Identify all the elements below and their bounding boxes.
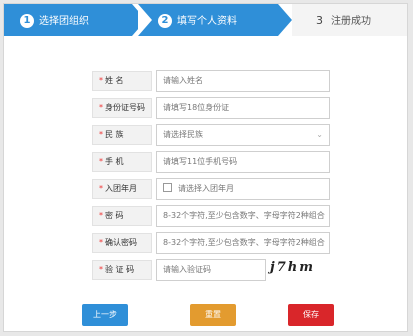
form-row-captcha: * 验 证 码 请输入验证码 j7hm (4, 258, 407, 282)
password-input[interactable]: 8-32个字符,至少包含数字、字母字符2种组合 (156, 205, 330, 227)
join-date-label: * 入团年月 (92, 179, 152, 199)
chevron-down-icon: ⌄ (316, 130, 323, 139)
form-row-name: * 姓 名 请输入姓名 (4, 69, 407, 93)
form-row-phone: * 手 机 请填写11位手机号码 (4, 150, 407, 174)
save-button[interactable]: 保存 (288, 304, 334, 326)
form-row-password: * 密 码 8-32个字符,至少包含数字、字母字符2种组合 (4, 204, 407, 228)
step-1: 1 选择团组织 (4, 4, 132, 36)
captcha-image[interactable]: j7hm (270, 260, 330, 280)
form-row-ethnicity: * 民 族 请选择民族 ⌄ (4, 123, 407, 147)
name-input[interactable]: 请输入姓名 (156, 70, 330, 92)
form-row-confirm-password: * 确认密码 8-32个字符,至少包含数字、字母字符2种组合 (4, 231, 407, 255)
join-date-picker[interactable]: 请选择入团年月 (156, 178, 330, 200)
name-label: * 姓 名 (92, 71, 152, 91)
step-3-number: 3 (316, 14, 323, 27)
phone-label: * 手 机 (92, 152, 152, 172)
id-number-label: * 身份证号码 (92, 98, 152, 118)
ethnicity-select-value: 请选择民族 (163, 130, 203, 139)
password-label: * 密 码 (92, 206, 152, 226)
previous-step-button[interactable]: 上一步 (82, 304, 128, 326)
reset-button[interactable]: 重置 (190, 304, 236, 326)
ethnicity-label: * 民 族 (92, 125, 152, 145)
step-3: 3 注册成功 (292, 4, 407, 36)
step-1-label: 选择团组织 (39, 16, 89, 27)
ethnicity-select[interactable]: 请选择民族 ⌄ (156, 124, 330, 146)
step-3-label: 注册成功 (331, 16, 371, 27)
captcha-input[interactable]: 请输入验证码 (156, 259, 266, 281)
captcha-label: * 验 证 码 (92, 260, 152, 280)
form-row-id-number: * 身份证号码 请填写18位身份证 (4, 96, 407, 120)
calendar-icon (163, 183, 172, 192)
phone-input[interactable]: 请填写11位手机号码 (156, 151, 330, 173)
id-number-input[interactable]: 请填写18位身份证 (156, 97, 330, 119)
step-2-notch (138, 4, 152, 36)
progress-stepper: 1 选择团组织 2 填写个人资料 3 注册成功 (4, 4, 407, 36)
confirm-password-label: * 确认密码 (92, 233, 152, 253)
confirm-password-input[interactable]: 8-32个字符,至少包含数字、字母字符2种组合 (156, 232, 330, 254)
form-row-join-date: * 入团年月 请选择入团年月 (4, 177, 407, 201)
registration-panel: 1 选择团组织 2 填写个人资料 3 注册成功 * 姓 名 请输入姓名 * 身份证号码 请… (3, 3, 408, 332)
step-2-number: 2 (158, 14, 172, 28)
join-date-placeholder: 请选择入团年月 (178, 184, 234, 193)
step-2: 2 填写个人资料 (138, 4, 278, 36)
step-2-label: 填写个人资料 (177, 16, 237, 27)
step-2-arrow (278, 4, 292, 36)
step-1-number: 1 (20, 14, 34, 28)
